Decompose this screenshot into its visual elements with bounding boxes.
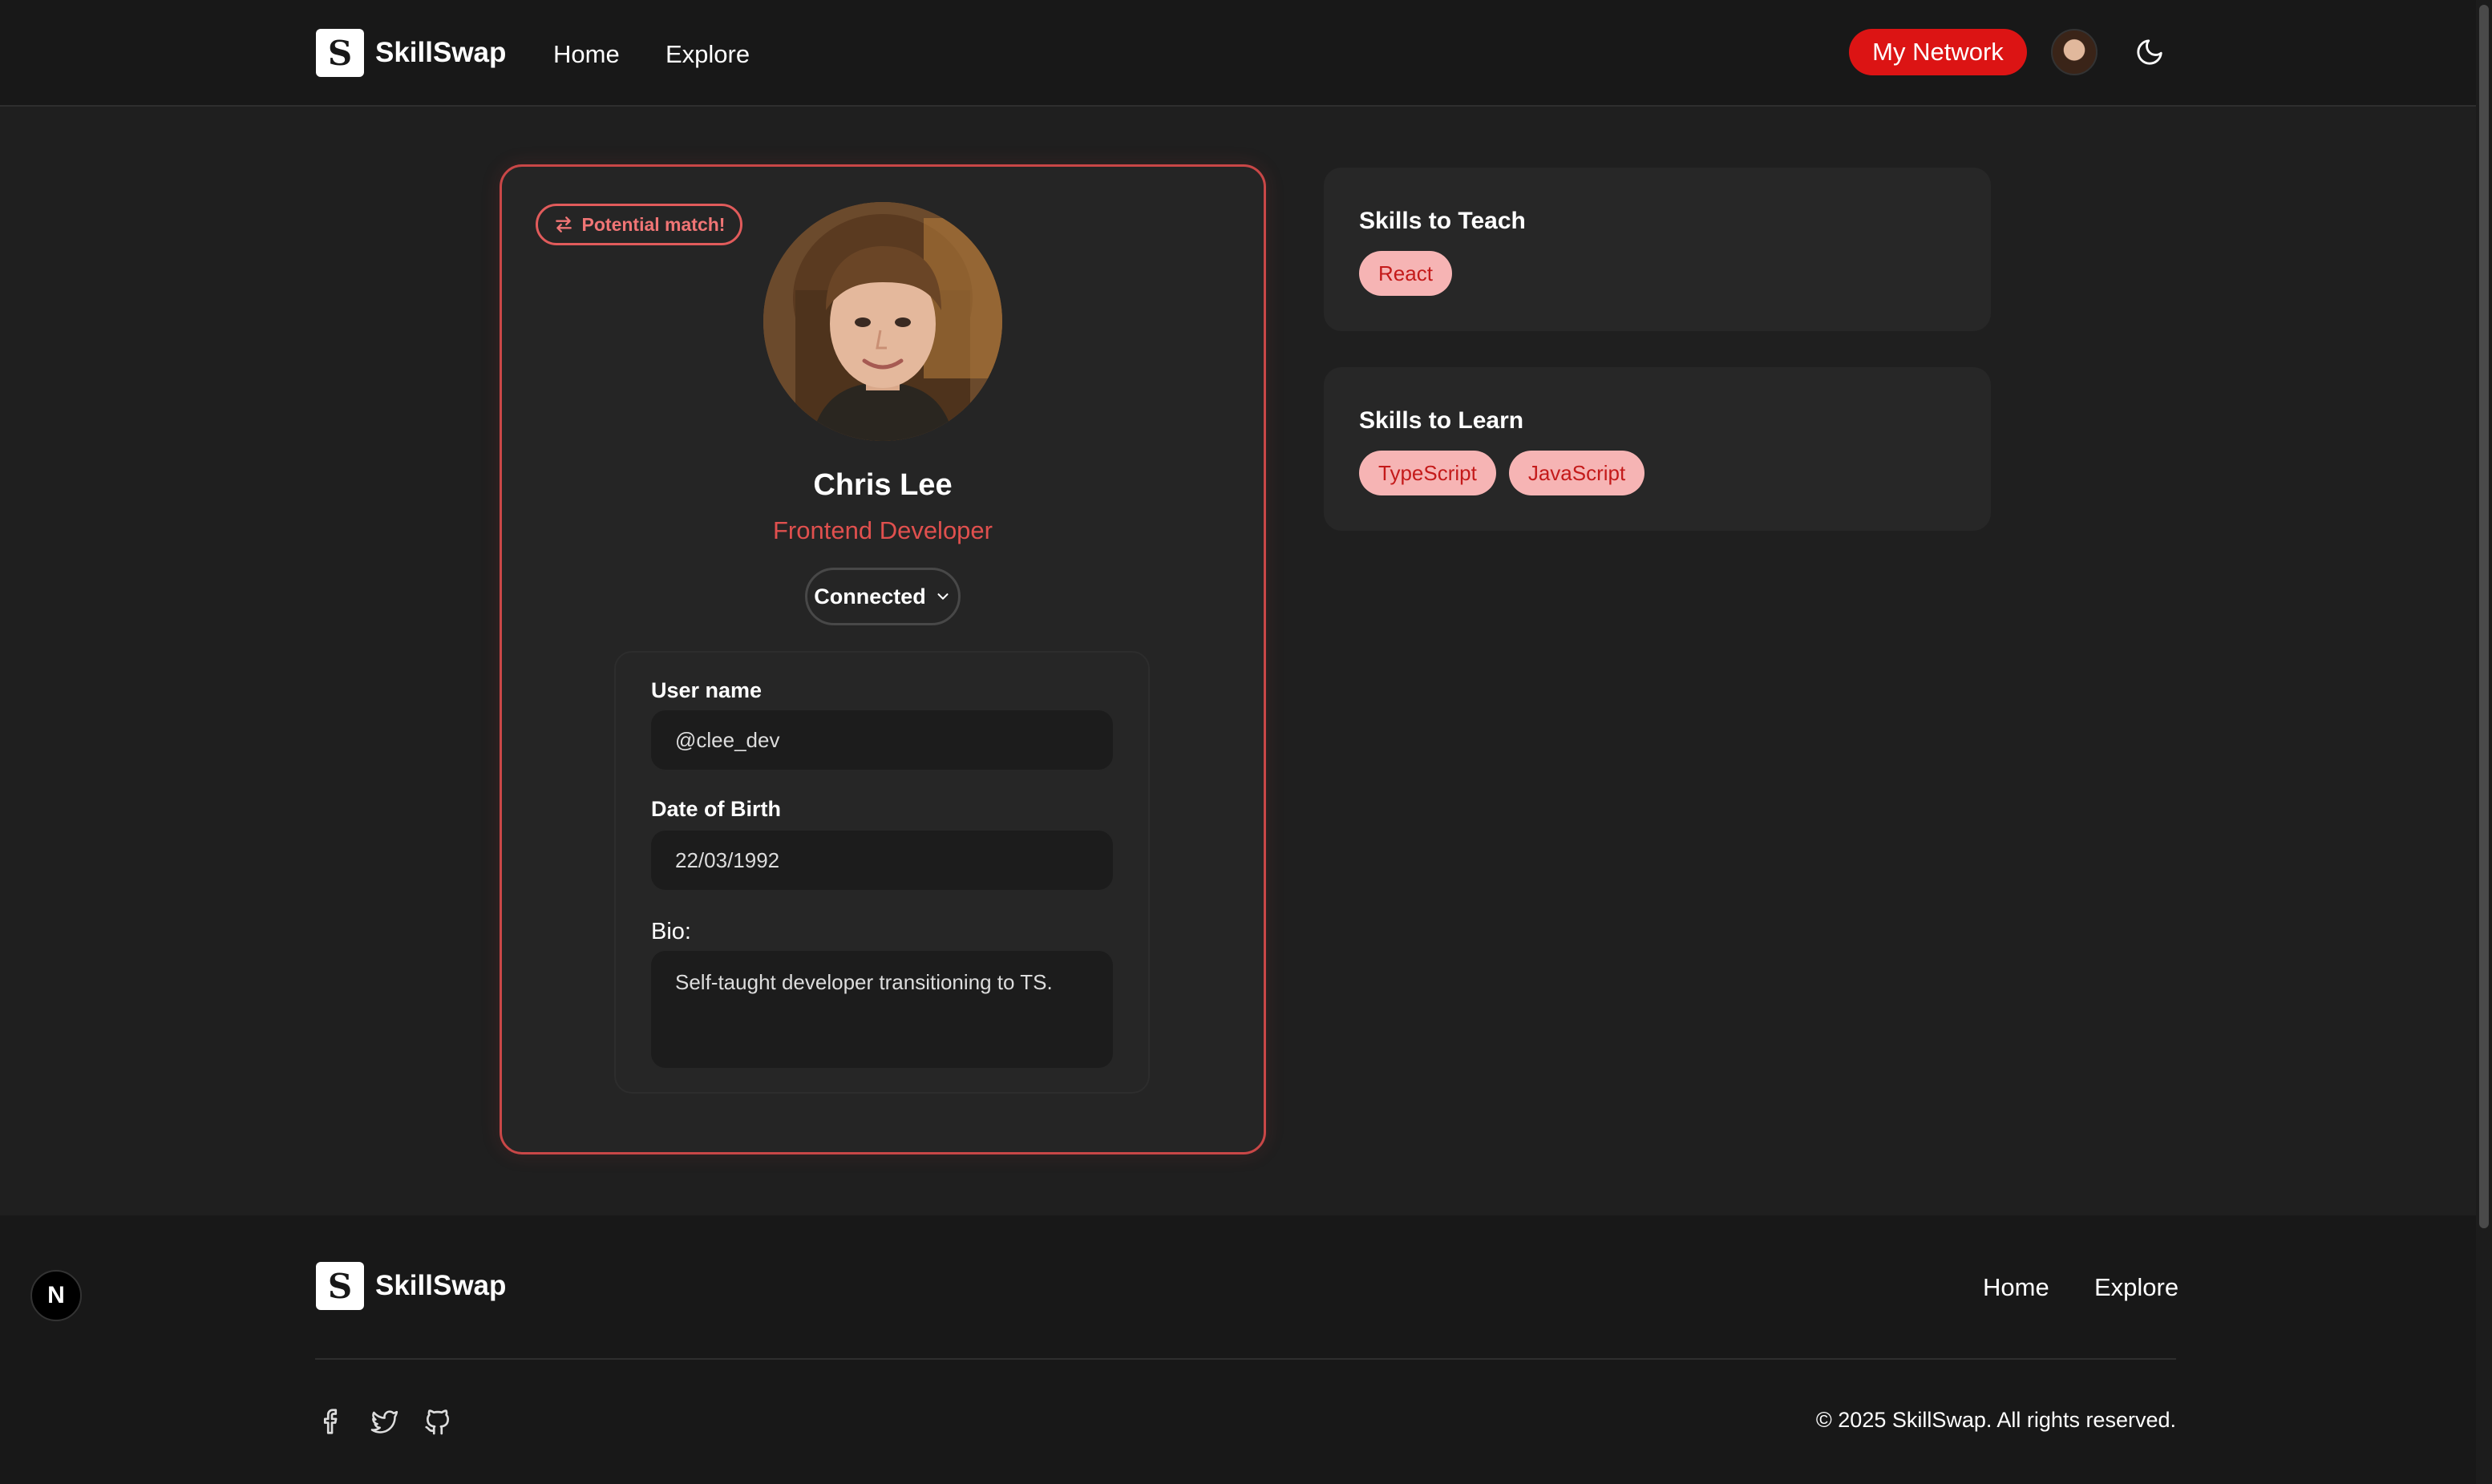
- skill-chip-javascript[interactable]: JavaScript: [1508, 451, 1645, 495]
- username-label: User name: [651, 678, 763, 702]
- skill-chip-react[interactable]: React: [1359, 251, 1452, 296]
- top-navbar: S SkillSwap Home Explore My Network: [0, 0, 2492, 107]
- footer-divider: [315, 1358, 2176, 1360]
- footer-home-link[interactable]: Home: [1983, 1273, 2049, 1302]
- dob-field[interactable]: 22/03/1992: [651, 831, 1113, 890]
- nav-home-link[interactable]: Home: [553, 40, 620, 69]
- footer-logo-icon[interactable]: S: [316, 1262, 364, 1310]
- my-network-button[interactable]: My Network: [1849, 29, 2027, 75]
- username-field[interactable]: @clee_dev: [651, 710, 1113, 770]
- footer-explore-link[interactable]: Explore: [2094, 1273, 2178, 1302]
- facebook-icon[interactable]: [317, 1406, 347, 1437]
- potential-match-label: Potential match!: [581, 213, 726, 235]
- copyright-text: © 2025 SkillSwap. All rights reserved.: [1815, 1408, 2176, 1432]
- dob-label: Date of Birth: [651, 797, 781, 821]
- swap-arrows-icon: [555, 216, 572, 233]
- profile-avatar: [763, 202, 1002, 441]
- profile-role: Frontend Developer: [773, 516, 993, 544]
- bio-field[interactable]: Self-taught developer transitioning to T…: [651, 951, 1113, 1068]
- footer-brand-name[interactable]: SkillSwap: [375, 1270, 506, 1302]
- teach-chips: React: [1359, 251, 1452, 296]
- connection-status-dropdown[interactable]: Connected: [805, 568, 961, 625]
- brand-logo-icon[interactable]: S: [316, 29, 364, 77]
- user-avatar[interactable]: [2051, 29, 2098, 75]
- skill-chip-typescript[interactable]: TypeScript: [1359, 451, 1496, 495]
- potential-match-badge: Potential match!: [536, 204, 742, 245]
- skills-to-learn-card: Skills to Learn TypeScript JavaScript: [1324, 367, 1991, 531]
- bio-label: Bio:: [651, 919, 691, 944]
- dev-tools-badge[interactable]: N: [30, 1270, 82, 1321]
- skills-to-teach-card: Skills to Teach React: [1324, 168, 1991, 331]
- nav-explore-link[interactable]: Explore: [665, 40, 750, 69]
- github-icon[interactable]: [423, 1406, 453, 1437]
- moon-icon[interactable]: [2134, 37, 2165, 67]
- footer: [0, 1215, 2492, 1484]
- brand-name[interactable]: SkillSwap: [375, 37, 506, 69]
- skills-to-teach-title: Skills to Teach: [1359, 208, 1526, 234]
- skills-to-learn-title: Skills to Learn: [1359, 407, 1524, 434]
- learn-chips: TypeScript JavaScript: [1359, 451, 1645, 495]
- scrollbar-thumb[interactable]: [2479, 5, 2489, 1228]
- twitter-icon[interactable]: [369, 1406, 399, 1437]
- connection-status-label: Connected: [814, 584, 926, 609]
- profile-name: Chris Lee: [813, 468, 953, 502]
- chevron-down-icon: [937, 593, 949, 600]
